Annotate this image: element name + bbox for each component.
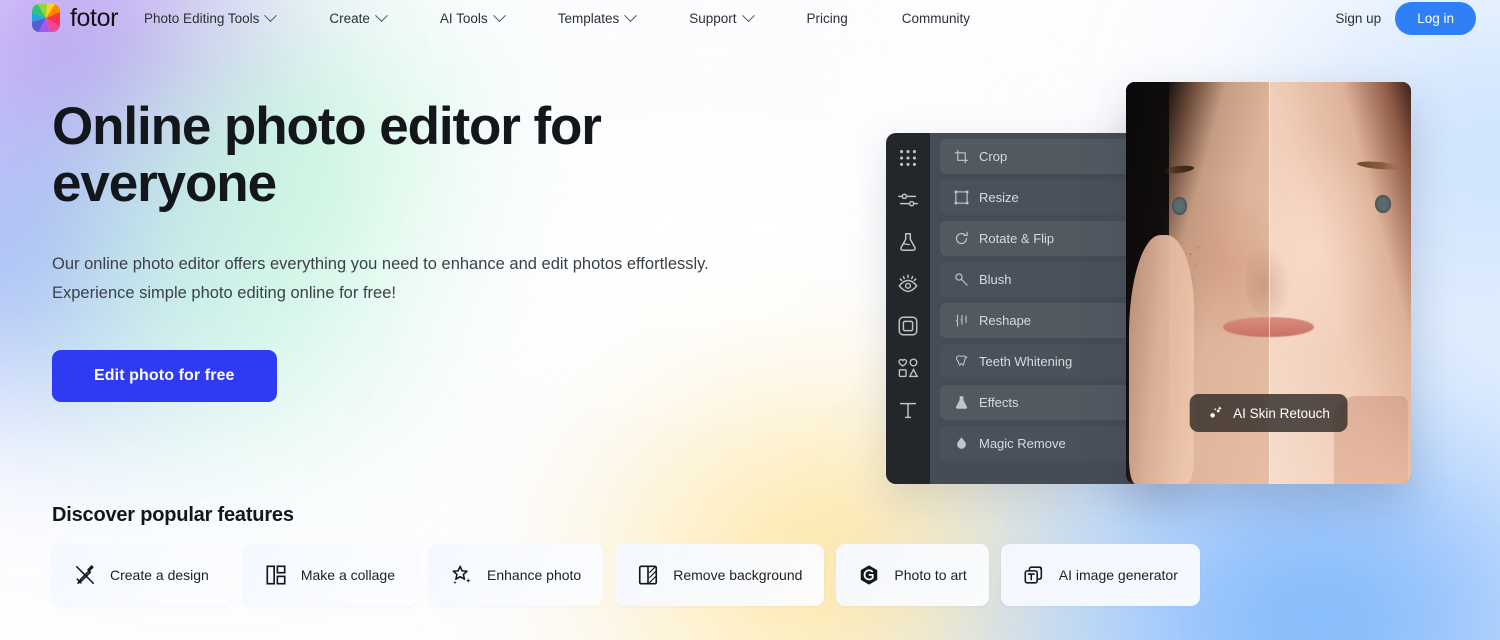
effects-icon bbox=[955, 396, 968, 409]
photo-to-art-icon bbox=[861, 565, 878, 585]
nav-item-label: AI Tools bbox=[439, 10, 488, 26]
reshape-icon bbox=[955, 314, 967, 327]
shapes-sticker-icon[interactable] bbox=[897, 357, 919, 379]
nav-item-label: Support bbox=[689, 10, 737, 26]
nav-item-community[interactable]: Community bbox=[902, 5, 996, 32]
features-card-row: Create a design Make a collage Enhance p… bbox=[52, 544, 1452, 606]
ai-skin-retouch-badge[interactable]: AI Skin Retouch bbox=[1189, 394, 1348, 432]
eye-left bbox=[1171, 196, 1188, 215]
feature-card-make-a-collage[interactable]: Make a collage bbox=[242, 544, 418, 606]
nav-item-create[interactable]: Create bbox=[329, 5, 412, 32]
nav-item-templates[interactable]: Templates bbox=[558, 5, 662, 32]
feature-label: AI image generator bbox=[1058, 567, 1178, 583]
magic-remove-icon bbox=[957, 437, 966, 449]
chevron-down-icon bbox=[492, 8, 506, 22]
chevron-down-icon bbox=[624, 8, 638, 22]
photo-preview-card: AI Skin Retouch bbox=[1126, 82, 1411, 484]
chevron-down-icon bbox=[741, 8, 755, 22]
blush-icon bbox=[955, 273, 968, 286]
tool-label: Blush bbox=[979, 272, 1012, 287]
feature-label: Photo to art bbox=[894, 567, 967, 583]
sign-up-link[interactable]: Sign up bbox=[1335, 11, 1381, 26]
feature-card-photo-to-art[interactable]: Photo to art bbox=[836, 544, 989, 606]
tool-label: Effects bbox=[979, 395, 1019, 410]
design-pen-icon bbox=[75, 565, 95, 585]
feature-label: Make a collage bbox=[300, 567, 396, 583]
crop-icon bbox=[954, 149, 969, 164]
adjust-sliders-icon[interactable] bbox=[897, 189, 919, 211]
feature-card-create-a-design[interactable]: Create a design bbox=[52, 544, 231, 606]
nav-links: Photo Editing Tools Create AI Tools Temp… bbox=[144, 5, 996, 32]
retouch-eye-icon[interactable] bbox=[897, 273, 919, 295]
beauty-flask-icon[interactable] bbox=[897, 231, 919, 253]
fotor-color-wheel-logo-icon bbox=[32, 4, 60, 32]
badge-label: AI Skin Retouch bbox=[1233, 405, 1330, 421]
nav-item-pricing[interactable]: Pricing bbox=[807, 5, 874, 32]
chevron-down-icon bbox=[375, 8, 388, 22]
tool-label: Crop bbox=[979, 149, 1008, 164]
feature-card-enhance-photo[interactable]: Enhance photo bbox=[429, 544, 604, 606]
feature-card-ai-image-generator[interactable]: AI image generator bbox=[1000, 544, 1200, 606]
top-navigation-bar: fotor Photo Editing Tools Create AI Tool… bbox=[0, 0, 1500, 36]
grid-dots-icon[interactable] bbox=[897, 147, 919, 169]
popular-features-section: Discover popular features Create a desig… bbox=[52, 504, 1452, 606]
tool-label: Rotate & Flip bbox=[979, 231, 1055, 246]
nav-auth-actions: Sign up Log in bbox=[1335, 1, 1476, 35]
chevron-down-icon bbox=[264, 8, 278, 22]
hero-paragraph-1: Our online photo editor offers everythin… bbox=[52, 255, 709, 274]
log-in-button[interactable]: Log in bbox=[1395, 1, 1476, 35]
nav-item-label: Community bbox=[901, 10, 971, 26]
resize-icon bbox=[954, 190, 969, 205]
nav-item-support[interactable]: Support bbox=[689, 5, 778, 32]
feature-label: Enhance photo bbox=[487, 567, 582, 583]
brand-name: fotor bbox=[70, 3, 119, 32]
nav-item-label: Pricing bbox=[806, 10, 848, 26]
tool-label: Magic Remove bbox=[979, 436, 1066, 451]
features-heading: Discover popular features bbox=[52, 504, 294, 526]
hero-paragraph-2: Experience simple photo editing online f… bbox=[52, 284, 396, 303]
nav-item-label: Templates bbox=[557, 10, 620, 26]
nav-item-photo-editing-tools[interactable]: Photo Editing Tools bbox=[144, 5, 301, 32]
hero-section: Online photo editor for everyone Our onl… bbox=[0, 36, 760, 403]
editor-sidebar-rail bbox=[886, 133, 930, 484]
feature-label: Create a design bbox=[110, 567, 209, 583]
collage-grid-icon bbox=[266, 565, 286, 585]
tool-label: Resize bbox=[979, 190, 1019, 205]
brand-home-link[interactable]: fotor bbox=[32, 4, 118, 33]
teeth-whitening-icon bbox=[955, 355, 968, 366]
hand-region bbox=[1128, 234, 1195, 484]
tool-label: Reshape bbox=[979, 313, 1032, 328]
text-icon[interactable] bbox=[897, 399, 919, 421]
nav-item-label: Create bbox=[329, 10, 370, 26]
remove-background-icon bbox=[639, 565, 658, 585]
eyebrow-right bbox=[1356, 160, 1400, 172]
rotate-flip-icon bbox=[955, 231, 968, 245]
frame-icon[interactable] bbox=[897, 315, 919, 337]
feature-label: Remove background bbox=[673, 567, 803, 583]
nav-item-ai-tools[interactable]: AI Tools bbox=[440, 5, 530, 32]
feature-card-remove-background[interactable]: Remove background bbox=[615, 544, 825, 606]
eye-right bbox=[1375, 194, 1392, 213]
tool-label: Teeth Whitening bbox=[979, 354, 1073, 369]
hero-description: Our online photo editor offers everythin… bbox=[52, 250, 760, 308]
ai-image-generator-icon bbox=[1024, 565, 1043, 584]
nav-item-label: Photo Editing Tools bbox=[144, 10, 260, 26]
edit-photo-for-free-button[interactable]: Edit photo for free bbox=[52, 350, 277, 403]
page-title: Online photo editor for everyone bbox=[52, 97, 602, 214]
ai-sparkle-icon bbox=[1209, 406, 1222, 418]
enhance-sparkle-icon bbox=[452, 565, 471, 584]
